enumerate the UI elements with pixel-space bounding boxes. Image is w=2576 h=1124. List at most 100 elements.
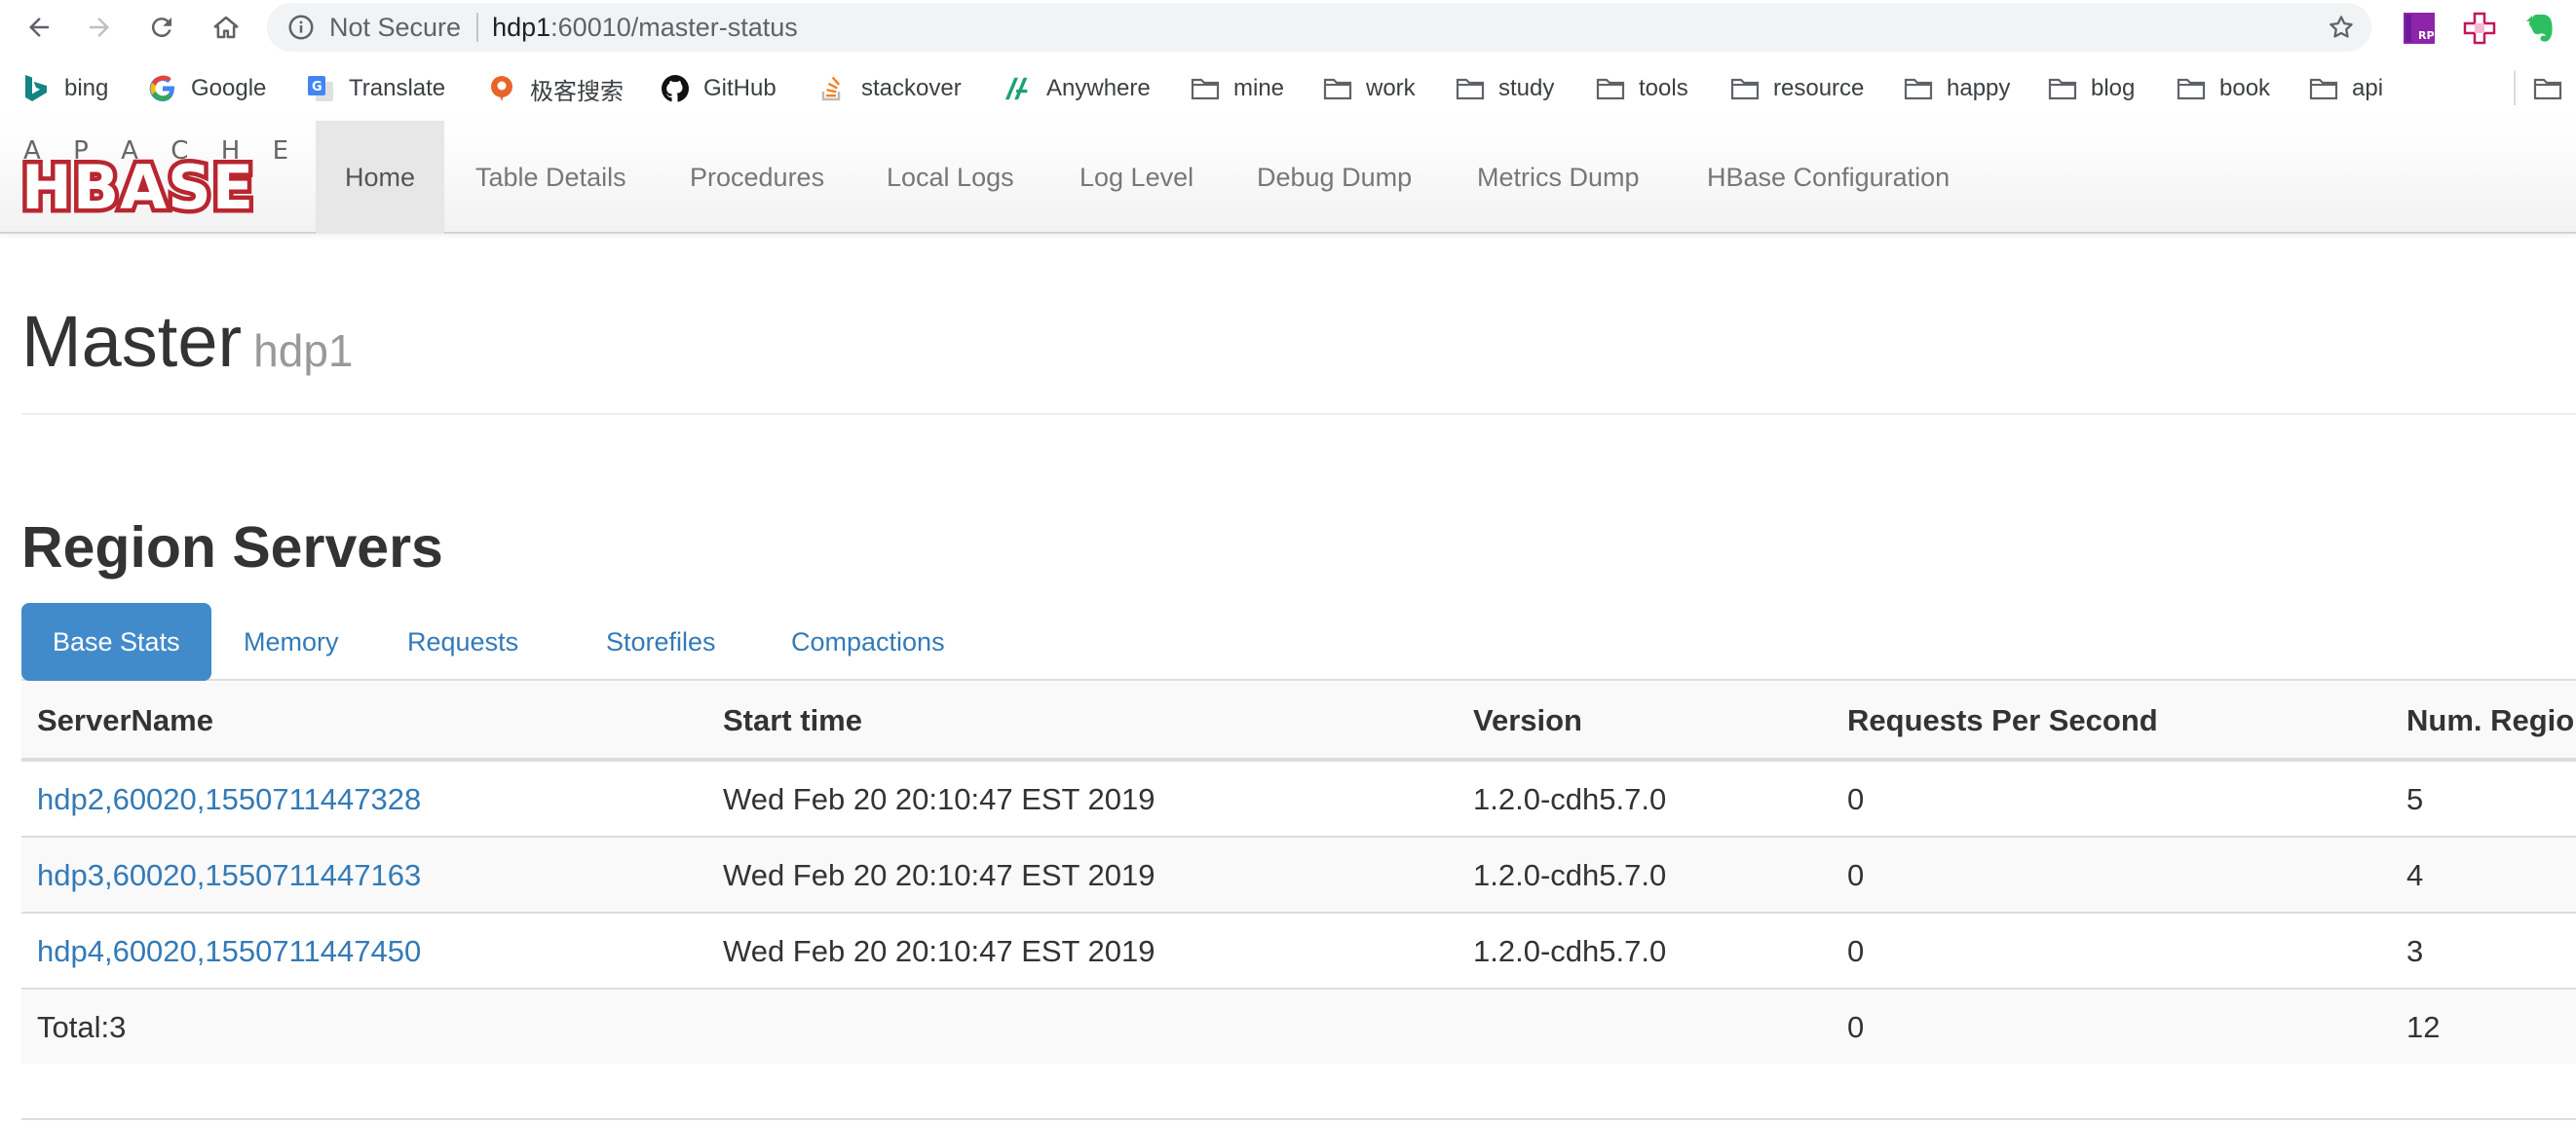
reload-icon: [151, 18, 171, 38]
section-title-region-servers: Region Servers: [21, 515, 443, 580]
table-row: hdp4,60020,1550711447450 Wed Feb 20 20:1…: [21, 912, 2576, 988]
regions-cell: 4: [2406, 858, 2424, 892]
tab-compactions[interactable]: Compactions: [760, 603, 976, 681]
bookmark-anywhere[interactable]: Anywhere: [1004, 70, 1151, 107]
bookmark-google[interactable]: Google: [148, 70, 266, 107]
nav-local-logs[interactable]: Local Logs: [857, 121, 1043, 234]
column-header-servername[interactable]: ServerName: [37, 682, 213, 760]
tab-base-stats[interactable]: Base Stats: [21, 603, 211, 681]
bookmark-label: Google: [191, 75, 267, 101]
back-arrow-icon: [29, 18, 49, 37]
column-header-num-regions[interactable]: Num. Regio: [2406, 682, 2574, 760]
bookmark-label: bing: [64, 75, 109, 101]
total-requests: 0: [1847, 1010, 1865, 1044]
region-server-tabs: Base Stats Memory Requests Storefiles Co…: [21, 603, 2576, 681]
bookmark-folder-blog[interactable]: blog: [2048, 70, 2135, 107]
table-total-row: Total:3 0 12: [21, 988, 2576, 1064]
requests-cell: 0: [1847, 782, 1865, 816]
bookmark-label: book: [2219, 75, 2271, 101]
url-path: :60010/master-status: [550, 12, 798, 42]
table-row: hdp3,60020,1550711447163 Wed Feb 20 20:1…: [21, 836, 2576, 912]
other-bookmarks-folder[interactable]: [2533, 70, 2576, 107]
geek-search-icon: [487, 74, 516, 103]
requests-cell: 0: [1847, 858, 1865, 892]
anywhere-icon: [1004, 74, 1033, 103]
bookmark-folder-resource[interactable]: resource: [1730, 70, 1864, 107]
bookmark-label: Anywhere: [1046, 75, 1151, 101]
tab-requests[interactable]: Requests: [376, 603, 549, 681]
bookmark-label: blog: [2091, 75, 2136, 101]
address-bar[interactable]: Not Secure hdp1:60010/master-status: [267, 3, 2371, 52]
tab-memory[interactable]: Memory: [212, 603, 370, 681]
start-time-cell: Wed Feb 20 20:10:47 EST 2019: [723, 858, 1155, 892]
forward-button[interactable]: [80, 8, 119, 47]
bookmarks-bar: bing Google G Translate 极客搜索 GitHub stac…: [0, 60, 2576, 117]
folder-icon: [1730, 74, 1760, 103]
home-button[interactable]: [207, 8, 246, 47]
health-extension-icon[interactable]: [2463, 12, 2496, 45]
nav-procedures[interactable]: Procedures: [661, 121, 853, 234]
bookmark-label: mine: [1233, 75, 1285, 101]
start-time-cell: Wed Feb 20 20:10:47 EST 2019: [723, 782, 1155, 816]
back-button[interactable]: [19, 8, 58, 47]
bookmark-folder-happy[interactable]: happy: [1904, 70, 2010, 107]
column-header-start-time[interactable]: Start time: [723, 682, 862, 760]
server-link[interactable]: hdp4,60020,1550711447450: [37, 934, 421, 969]
column-header-requests-per-second[interactable]: Requests Per Second: [1847, 682, 2158, 760]
total-regions: 12: [2406, 1010, 2441, 1044]
bookmark-bing[interactable]: bing: [21, 70, 108, 107]
bookmark-label: work: [1366, 75, 1416, 101]
bookmark-folder-work[interactable]: work: [1323, 70, 1416, 107]
column-header-version[interactable]: Version: [1473, 682, 1582, 760]
evernote-extension-icon[interactable]: [2523, 12, 2557, 45]
page-title: Master hdp1: [21, 300, 354, 383]
bookmark-label: resource: [1773, 75, 1865, 101]
forward-arrow-icon: [90, 18, 109, 37]
bookmark-folder-mine[interactable]: mine: [1191, 70, 1284, 107]
hbase-logo[interactable]: APACHE HBASE: [17, 136, 290, 222]
divider: [21, 413, 2576, 415]
version-cell: 1.2.0-cdh5.7.0: [1473, 782, 1667, 816]
bookmark-folder-tools[interactable]: tools: [1596, 70, 1688, 107]
svg-text:G: G: [312, 80, 322, 94]
bookmark-folder-study[interactable]: study: [1456, 70, 1554, 107]
folder-icon: [1904, 74, 1933, 103]
nav-table-details[interactable]: Table Details: [446, 121, 656, 234]
nav-hbase-configuration[interactable]: HBase Configuration: [1678, 121, 1979, 234]
folder-icon: [2533, 74, 2562, 103]
nav-debug-dump[interactable]: Debug Dump: [1228, 121, 1441, 234]
nav-log-level[interactable]: Log Level: [1050, 121, 1223, 234]
requests-cell: 0: [1847, 934, 1865, 968]
info-icon[interactable]: [286, 13, 316, 42]
regions-cell: 3: [2406, 934, 2424, 968]
bookmark-geek-search[interactable]: 极客搜索: [487, 70, 624, 107]
google-icon: [148, 74, 177, 103]
folder-icon: [1456, 74, 1485, 103]
server-link[interactable]: hdp3,60020,1550711447163: [37, 858, 421, 893]
bookmark-github[interactable]: GitHub: [661, 70, 777, 107]
bookmark-label: stackover: [861, 75, 962, 101]
bookmark-label: Translate: [349, 75, 446, 101]
axure-rp-extension-icon[interactable]: RP: [2403, 12, 2436, 45]
bookmark-star-icon[interactable]: [2327, 13, 2356, 42]
folder-icon: [2048, 74, 2077, 103]
reload-button[interactable]: [142, 8, 181, 47]
nav-metrics-dump[interactable]: Metrics Dump: [1448, 121, 1669, 234]
version-cell: 1.2.0-cdh5.7.0: [1473, 858, 1667, 892]
bookmark-folder-api[interactable]: api: [2309, 70, 2383, 107]
tab-storefiles[interactable]: Storefiles: [575, 603, 747, 681]
folder-icon: [2177, 74, 2206, 103]
page-title-text: Master: [21, 301, 243, 382]
regions-cell: 5: [2406, 782, 2424, 816]
page-subtitle: hdp1: [253, 325, 354, 376]
folder-icon: [1323, 74, 1352, 103]
nav-home[interactable]: Home: [316, 121, 445, 234]
address-separator: [476, 13, 479, 42]
bookmark-translate[interactable]: G Translate: [306, 70, 445, 107]
bookmark-label: 极客搜索: [530, 78, 624, 105]
bookmark-stackoverflow[interactable]: stackover: [818, 70, 962, 107]
server-link[interactable]: hdp2,60020,1550711447328: [37, 782, 421, 817]
divider: [21, 1118, 2576, 1120]
bookmark-folder-book[interactable]: book: [2177, 70, 2270, 107]
servername-cell: hdp3,60020,1550711447163: [37, 838, 421, 914]
